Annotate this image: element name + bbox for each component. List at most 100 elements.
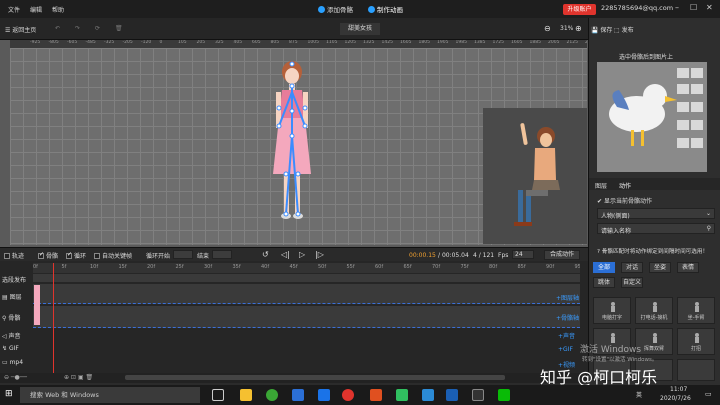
auto-keyframe-checkbox[interactable]: 自动关键帧 (94, 251, 132, 260)
timeline-tick: 80f (489, 264, 498, 270)
maximize-icon[interactable]: ☐ (690, 3, 697, 12)
layers-track[interactable] (33, 284, 580, 304)
ruler-tick: 405 (233, 40, 243, 45)
timeline-tick: 25f (175, 264, 184, 270)
publish-track[interactable] (33, 274, 580, 282)
bone-checkbox[interactable]: 骨骼 (38, 251, 58, 260)
category-sitting[interactable]: 坐姿 (649, 262, 671, 273)
timeline-ruler[interactable]: 0f 5f 10f 15f 20f 25f 30f 35f 40f 45f 50f 55f 60f 65f… (33, 263, 580, 273)
account-email[interactable]: 2285785694@qq.com (601, 4, 673, 12)
loop-start-input[interactable] (173, 250, 193, 259)
wechat-icon[interactable] (498, 389, 510, 401)
show-current-action-checkbox[interactable]: ✔ 显示当前骨骼动作 (597, 196, 652, 205)
figure-icon (611, 302, 615, 312)
track-label-publish: 选段发布 (2, 277, 27, 284)
figure-icon (653, 333, 657, 343)
notification-icon[interactable]: ▭ (705, 390, 712, 398)
zoom-in-icon[interactable]: ⊕ (575, 24, 582, 33)
keyframe-thumbnail[interactable] (34, 285, 40, 325)
redo-icon[interactable]: ↷ (75, 25, 80, 32)
close-icon[interactable]: ✕ (706, 3, 713, 12)
edge-icon[interactable] (318, 389, 330, 401)
bone-reference-image[interactable] (597, 62, 707, 172)
scene-name[interactable]: 甜美女孩 (340, 23, 380, 35)
frame-counter: 4 / 121 (473, 252, 495, 259)
menu-help[interactable]: 帮助 (52, 5, 64, 14)
clock-date[interactable]: 2020/7/26 (660, 395, 691, 402)
task-view-icon[interactable] (212, 389, 224, 401)
category-all[interactable]: 全部 (593, 262, 615, 273)
zoom-out-icon[interactable]: ⊖ (544, 24, 551, 33)
timeline-tick: 20f (147, 264, 156, 270)
action-phone[interactable]: 打电话-接机 (635, 297, 673, 324)
timeline-tick: 10f (90, 264, 99, 270)
menu-file[interactable]: 文件 (8, 5, 20, 14)
category-dialog[interactable]: 对话 (621, 262, 643, 273)
refresh-icon[interactable]: ⟳ (95, 25, 100, 32)
upgrade-account-button[interactable]: 升级账户 (563, 4, 596, 15)
minimize-icon[interactable]: – (675, 3, 679, 12)
loop-end-input[interactable] (212, 250, 232, 259)
track-checkbox[interactable]: 轨迹 (4, 251, 24, 260)
delete-icon[interactable]: 🗑 (115, 25, 123, 32)
category-custom[interactable]: 自定义 (621, 277, 643, 288)
ruler-tick: 105 (178, 40, 187, 45)
app-active-icon[interactable] (472, 389, 484, 401)
timeline-tick: 70f (432, 264, 441, 270)
loop-checkbox[interactable]: 循环 (66, 251, 86, 260)
app-am-icon[interactable] (446, 389, 458, 401)
file-explorer-icon[interactable] (240, 389, 252, 401)
back-home-button[interactable]: ☰ 返回主页 (5, 25, 36, 34)
app-w-icon[interactable] (422, 389, 434, 401)
category-body[interactable]: 跳体 (593, 277, 615, 288)
save-button[interactable]: 💾 保存 (591, 25, 612, 34)
ruler-tick: 1605 (511, 40, 523, 45)
tab-actions[interactable]: 动作 (619, 181, 631, 190)
activate-windows-watermark: 激活 Windows (580, 345, 642, 355)
app-orange-icon[interactable] (370, 389, 382, 401)
app-green-icon[interactable] (266, 389, 278, 401)
add-sound-link[interactable]: +声音 (558, 331, 575, 340)
action-cell-9[interactable] (677, 359, 715, 381)
zoom-slider-icon[interactable]: ⊖ ─●── (4, 374, 27, 381)
add-bone-track-link[interactable]: +骨骼轴 (556, 313, 579, 322)
figure-icon (653, 302, 657, 312)
play-icon[interactable]: ▷ (299, 250, 305, 259)
windows-start-icon[interactable]: ⊞ (5, 389, 13, 399)
add-layer-track-link[interactable]: +图层轴 (556, 293, 579, 302)
browser-red-icon[interactable] (342, 389, 354, 401)
tab-layers[interactable]: 图层 (595, 181, 607, 190)
character-girl[interactable] (265, 56, 315, 226)
undo-icon[interactable]: ↶ (55, 25, 60, 32)
playhead[interactable] (53, 263, 54, 373)
menu-edit[interactable]: 编辑 (30, 5, 42, 14)
clock-time[interactable]: 11:07 (670, 386, 687, 393)
action-typing[interactable]: 电脑打字 (593, 297, 631, 324)
timeline-tools-icon[interactable]: ⊕ ⊡ ▣ 🗑 (64, 374, 93, 381)
ruler-tick: 1885 (529, 40, 541, 45)
mode-animate[interactable]: 制作动画 (368, 4, 403, 14)
fps-input[interactable]: 24 (512, 250, 534, 259)
fps-label: Fps (498, 252, 509, 259)
bones-track[interactable] (33, 306, 580, 328)
ime-indicator[interactable]: 英 (636, 390, 642, 399)
compose-action-button[interactable]: 合成动作 (544, 250, 580, 260)
rewind-icon[interactable]: ↺ (262, 250, 269, 259)
action-search-input[interactable]: 请输入名称 ⚲ (597, 223, 715, 235)
app-blue-icon[interactable] (292, 389, 304, 401)
action-greet[interactable]: 打招 (677, 328, 715, 355)
prev-frame-icon[interactable]: ◁| (281, 250, 290, 259)
video-app-icon[interactable] (396, 389, 408, 401)
mode-add-bones[interactable]: 添加骨骼 (318, 4, 353, 14)
category-expression[interactable]: 表情 (677, 262, 699, 273)
action-sit-arm[interactable]: 坐-手臂 (677, 297, 715, 324)
taskbar-search[interactable]: 搜索 Web 和 Windows (20, 387, 200, 403)
character-type-select[interactable]: 人物(侧面) ⌄ (597, 208, 715, 220)
timeline-scrollbar[interactable] (125, 375, 505, 380)
timeline-tick: 85f (517, 264, 526, 270)
next-frame-icon[interactable]: |▷ (315, 250, 324, 259)
add-gif-link[interactable]: +GIF (558, 346, 573, 353)
seagull-illustration (609, 68, 703, 148)
publish-button[interactable]: ⬚ 发布 (614, 25, 634, 34)
toolbar: ☰ 返回主页 ↶ ↷ ⟳ 🗑 甜美女孩 ⊖ 31% ⊕ (0, 18, 588, 40)
